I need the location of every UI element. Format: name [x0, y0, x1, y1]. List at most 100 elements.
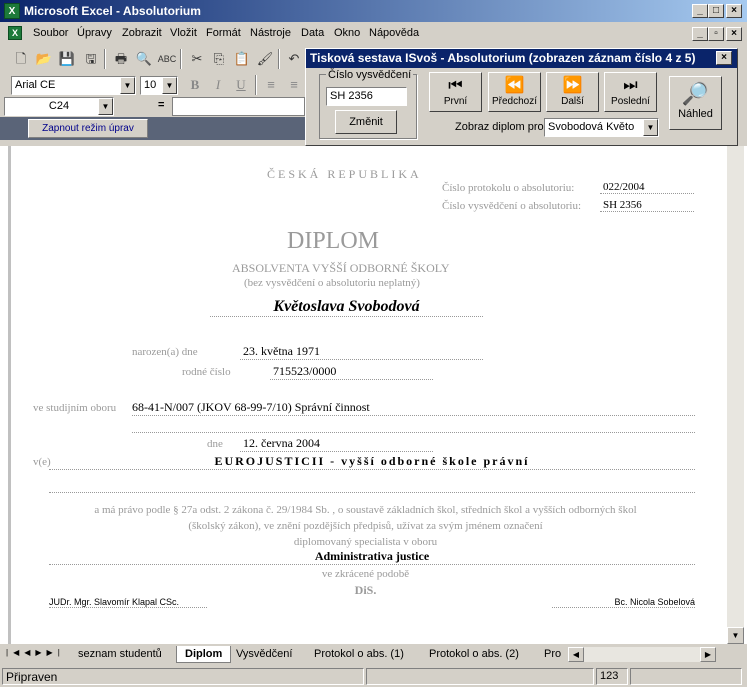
- excel-app-icon[interactable]: X: [4, 3, 20, 19]
- row-header-strip: [0, 117, 19, 140]
- school-value: EUROJUSTICII - vyšší odborné škole právn…: [49, 454, 695, 470]
- format-painter-icon[interactable]: 🖌: [254, 48, 276, 70]
- menu-nastroje[interactable]: Nástroje: [250, 27, 291, 39]
- new-icon[interactable]: 🗋: [10, 48, 32, 70]
- field-value: 68-41-N/007 (JKOV 68-99-7/10) Správní či…: [132, 400, 695, 416]
- title-bar: X Microsoft Excel - Absolutorium _ □ ×: [0, 0, 747, 22]
- align-left-icon[interactable]: ≡: [260, 74, 282, 96]
- status-bar: Připraven 123: [0, 666, 747, 687]
- menu-napoveda[interactable]: Nápověda: [369, 27, 419, 39]
- last-record-button[interactable]: ⏭ Poslední: [604, 72, 657, 112]
- next-label: Další: [561, 96, 584, 107]
- bold-icon[interactable]: B: [184, 74, 206, 96]
- print-icon[interactable]: 🖶: [110, 48, 132, 70]
- num-lock-indicator: 123: [596, 668, 628, 685]
- change-button[interactable]: Změnit: [335, 110, 397, 134]
- tab-seznam-studentu[interactable]: seznam studentů: [70, 646, 170, 663]
- date-label: dne: [207, 438, 223, 450]
- school-line-2: [49, 479, 695, 493]
- formula-input[interactable]: [172, 97, 305, 116]
- cert-value: SH 2356: [600, 199, 694, 212]
- window-title: Microsoft Excel - Absolutorium: [24, 4, 201, 18]
- date-value: 12. června 2004: [240, 436, 433, 452]
- rc-label: rodné číslo: [182, 366, 231, 378]
- doc-restore-button[interactable]: ▫: [708, 27, 724, 41]
- born-value: 23. května 1971: [240, 344, 483, 360]
- italic-icon[interactable]: I: [207, 74, 229, 96]
- font-size-select[interactable]: 10 ▼: [140, 76, 178, 95]
- paste-icon[interactable]: 📋: [231, 48, 253, 70]
- menu-vlozit[interactable]: Vložit: [170, 27, 197, 39]
- cert-number-input[interactable]: SH 2356: [326, 87, 407, 106]
- chevron-down-icon[interactable]: ▼: [162, 77, 177, 94]
- cut-icon[interactable]: ✂: [186, 48, 208, 70]
- dialog-title-bar: Tisková sestava ISvoš - Absolutorium (zo…: [306, 49, 737, 68]
- underline-icon[interactable]: U: [230, 74, 252, 96]
- close-button[interactable]: ×: [726, 4, 742, 18]
- tab-pro[interactable]: Pro: [536, 646, 569, 663]
- edit-mode-button[interactable]: Zapnout režim úprav: [28, 119, 148, 138]
- cert-label: Číslo vysvědčení o absolutoriu:: [442, 200, 582, 212]
- scroll-right-icon[interactable]: ▶: [700, 647, 716, 662]
- align-center-icon[interactable]: ≡: [283, 74, 305, 96]
- vertical-scrollbar[interactable]: ▼: [727, 146, 744, 644]
- field-line-2: [132, 419, 695, 433]
- protocol-label: Číslo protokolu o absolutoriu:: [442, 182, 575, 194]
- student-value: Svobodová Květo: [548, 121, 635, 133]
- scroll-left-icon[interactable]: ◀: [568, 647, 584, 662]
- born-label: narozen(a) dne: [132, 346, 198, 358]
- diploma-subheading: ABSOLVENTA VYŠŠÍ ODBORNÉ ŠKOLY: [232, 261, 450, 275]
- status-panel-1: [366, 668, 594, 685]
- cell-reference: C24: [48, 100, 70, 112]
- font-size-value: 10: [144, 79, 157, 91]
- chevron-down-icon[interactable]: ▼: [643, 119, 658, 136]
- tab-vysvedceni[interactable]: Vysvědčení: [228, 646, 300, 663]
- chevron-down-icon[interactable]: ▼: [98, 98, 113, 115]
- doc-minimize-button[interactable]: _: [692, 27, 708, 41]
- dialog-close-button[interactable]: ×: [716, 51, 732, 65]
- save-icon[interactable]: 💾: [56, 48, 78, 70]
- open-icon[interactable]: 📂: [33, 48, 55, 70]
- name-box[interactable]: C24 ▼: [4, 97, 114, 116]
- abbr-label: ve zkrácené podobě: [321, 568, 410, 580]
- menu-okno[interactable]: Okno: [334, 27, 360, 39]
- first-record-button[interactable]: ⏮ První: [429, 72, 482, 112]
- previous-record-button[interactable]: ⏪ Předchozí: [488, 72, 541, 112]
- menu-zobrazit[interactable]: Zobrazit: [122, 27, 162, 39]
- menu-upravy[interactable]: Úpravy: [77, 27, 112, 39]
- undo-icon[interactable]: ↶: [283, 48, 305, 70]
- workbook-icon[interactable]: X: [8, 26, 22, 40]
- sheet-tabs-bar: |◀◀▶▶| seznam studentů Diplom Vysvědčení…: [0, 646, 747, 664]
- copy-icon[interactable]: ⎘: [208, 48, 230, 70]
- diploma-heading: DIPLOM: [287, 228, 380, 254]
- font-select[interactable]: Arial CE ▼: [11, 76, 136, 95]
- permission-icon[interactable]: 🖫: [80, 48, 102, 70]
- print-preview-icon[interactable]: 🔍: [133, 48, 155, 70]
- show-diploma-label: Zobraz diplom pro: [455, 121, 544, 133]
- specialty-value: Administrativa justice: [49, 549, 695, 565]
- menu-soubor[interactable]: Soubor: [33, 27, 68, 39]
- tab-protokol-1[interactable]: Protokol o abs. (1): [306, 646, 412, 663]
- menu-data[interactable]: Data: [301, 27, 324, 39]
- next-record-button[interactable]: ⏩ Další: [546, 72, 599, 112]
- scroll-down-icon[interactable]: ▼: [727, 627, 744, 644]
- menu-format[interactable]: Formát: [206, 27, 241, 39]
- sheet-left-edge: [8, 146, 11, 644]
- horizontal-scrollbar[interactable]: [584, 647, 700, 662]
- maximize-button[interactable]: □: [708, 4, 724, 18]
- rc-value: 715523/0000: [270, 364, 433, 380]
- tab-protokol-2[interactable]: Protokol o abs. (2): [421, 646, 527, 663]
- spelling-icon[interactable]: ABC: [156, 48, 178, 70]
- preview-label: Náhled: [678, 108, 713, 120]
- preview-button[interactable]: 🔎 Náhled: [669, 76, 722, 130]
- field-label: ve studijním oboru: [33, 402, 117, 414]
- chevron-down-icon[interactable]: ▼: [120, 77, 135, 94]
- previous-label: Předchozí: [491, 96, 538, 107]
- first-label: První: [443, 96, 468, 107]
- tab-diplom[interactable]: Diplom: [176, 646, 232, 663]
- minimize-button[interactable]: _: [692, 4, 708, 18]
- tab-scroll-arrows[interactable]: |◀◀▶▶|: [6, 648, 68, 662]
- diploma-page: ČESKÁ REPUBLIKA Číslo protokolu o absolu…: [17, 153, 714, 640]
- student-select[interactable]: Svobodová Květo ▼: [544, 118, 659, 137]
- doc-close-button[interactable]: ×: [726, 27, 742, 41]
